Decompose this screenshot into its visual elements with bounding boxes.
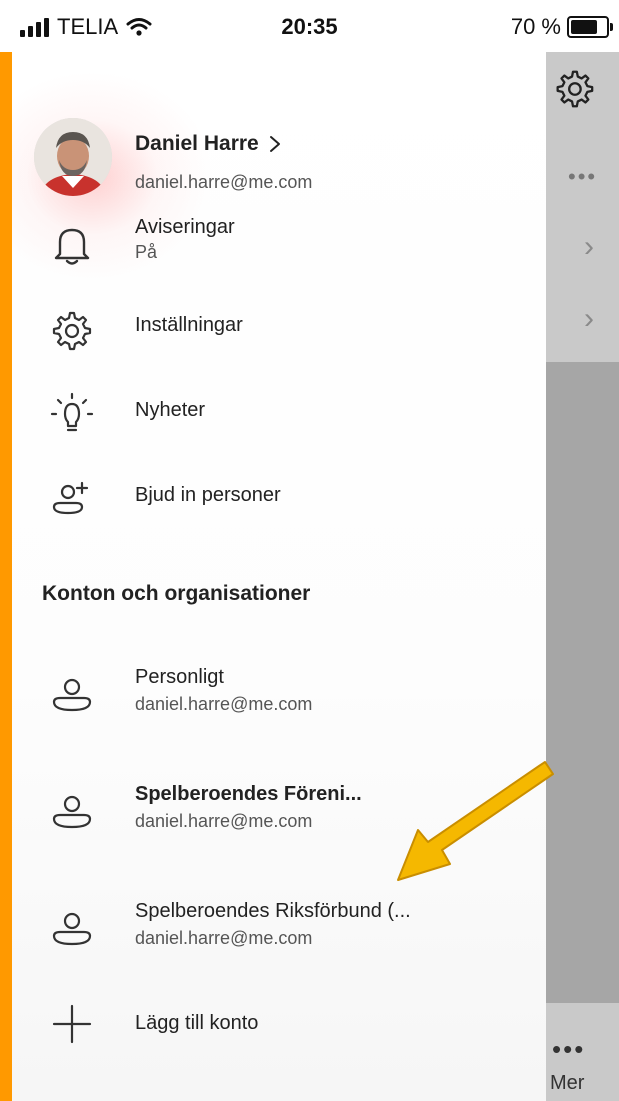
add-account-button[interactable]: Lägg till konto	[12, 992, 546, 1062]
menu-item-label: Bjud in personer	[135, 484, 281, 506]
battery-percent: 70 %	[510, 14, 561, 39]
menu-item-label: Inställningar	[135, 314, 243, 336]
profile-email: daniel.harre@me.com	[135, 172, 313, 192]
menu-item-invite-people[interactable]: Bjud in personer	[12, 467, 546, 537]
phone-screen: TELIA 20:35 70 % ••• › › ••• Mer Daniel …	[0, 0, 619, 1101]
gear-icon	[52, 311, 92, 351]
status-right: 70 %	[510, 14, 613, 40]
person-icon	[52, 678, 92, 712]
chevron-right-icon	[269, 136, 280, 152]
background-app[interactable]: ••• › › ••• Mer	[546, 52, 619, 1101]
gear-icon[interactable]	[550, 66, 596, 112]
menu-item-notifications[interactable]: Aviseringar På	[12, 212, 546, 282]
account-email: daniel.harre@me.com	[135, 694, 313, 714]
lightbulb-icon	[50, 392, 94, 432]
account-email: daniel.harre@me.com	[135, 928, 313, 948]
add-person-icon	[52, 481, 89, 515]
menu-item-settings[interactable]: Inställningar	[12, 297, 546, 367]
status-bar: TELIA 20:35 70 %	[0, 0, 619, 52]
side-drawer: Daniel Harre daniel.harre@me.com Aviseri…	[12, 52, 546, 1101]
account-label: Personligt	[135, 666, 224, 688]
person-icon	[52, 795, 92, 829]
more-dots-icon[interactable]: •••	[568, 164, 597, 190]
account-item-spelberoendes-riksforbund[interactable]: Spelberoendes Riksförbund (... daniel.ha…	[12, 896, 546, 976]
avatar[interactable]	[34, 118, 112, 196]
annotation-arrow-icon	[397, 761, 554, 881]
person-icon	[52, 912, 92, 946]
account-email: daniel.harre@me.com	[135, 811, 313, 831]
menu-item-label: Aviseringar	[135, 216, 235, 238]
account-item-personal[interactable]: Personligt daniel.harre@me.com	[12, 662, 546, 742]
profile-name-link[interactable]: Daniel Harre	[135, 132, 281, 156]
chevron-right-icon[interactable]: ›	[584, 230, 594, 264]
avatar-image	[34, 118, 112, 196]
profile-name: Daniel Harre	[135, 132, 259, 155]
more-tab-icon[interactable]: •••	[552, 1034, 585, 1065]
menu-item-sublabel: På	[135, 242, 158, 262]
chevron-right-icon[interactable]: ›	[584, 302, 594, 336]
bell-icon	[54, 228, 90, 265]
account-label: Spelberoendes Riksförbund (...	[135, 900, 411, 922]
more-tab-label[interactable]: Mer	[550, 1072, 584, 1095]
add-account-label: Lägg till konto	[135, 1012, 259, 1034]
section-title-accounts: Konton och organisationer	[42, 582, 311, 605]
battery-icon	[567, 16, 613, 38]
menu-item-news[interactable]: Nyheter	[12, 382, 546, 452]
account-label: Spelberoendes Föreni...	[135, 783, 362, 805]
plus-icon	[52, 1004, 92, 1044]
menu-item-label: Nyheter	[135, 399, 206, 421]
